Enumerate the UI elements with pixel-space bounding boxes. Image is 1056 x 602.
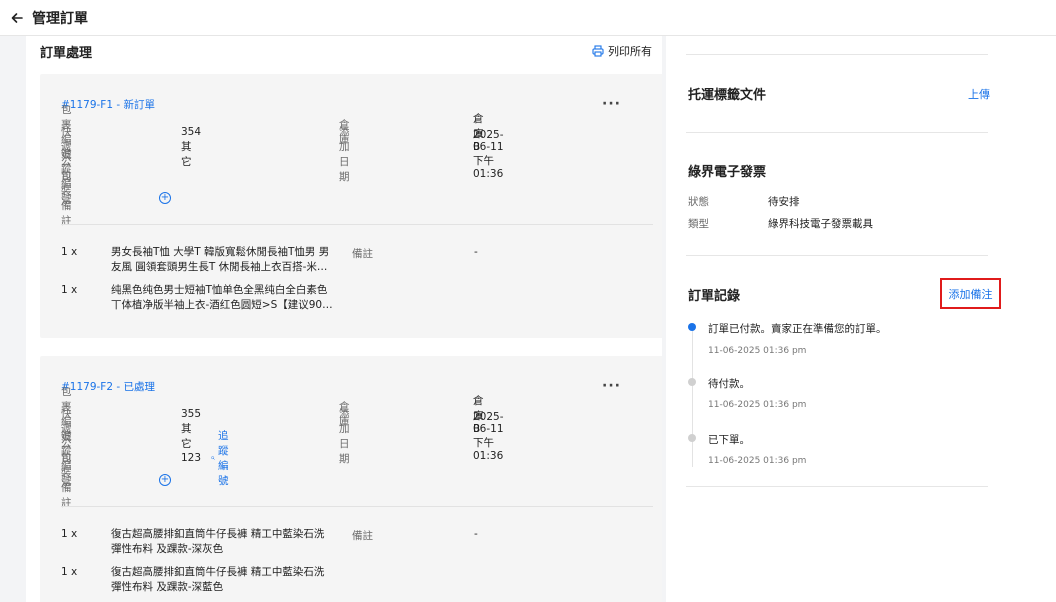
track-shipment-link[interactable]: 追蹤編號 (211, 428, 235, 488)
einvoice-type-label: 類型 (688, 218, 709, 230)
timeline-line (692, 327, 693, 467)
package-no-value: 355 (181, 408, 202, 420)
fulfillment-order-link[interactable]: #1179-F2 - 已處理 (61, 379, 155, 394)
item-name-line: 彈性布料 及踝款-深藍色 (111, 581, 224, 593)
timeline-dot (688, 434, 696, 442)
divider (686, 54, 988, 55)
einvoice-title: 綠界電子發票 (688, 165, 767, 180)
shipping-label-title: 托運標籤文件 (688, 88, 767, 103)
item-quantity: 1 x (61, 284, 78, 296)
search-icon (211, 456, 215, 460)
log-entry-time: 11-06-2025 01:36 pm (708, 400, 807, 410)
log-entry-title: 已下單。 (708, 434, 750, 446)
fulfillment-order-link[interactable]: #1179-F1 - 新訂單 (61, 97, 155, 112)
divider (61, 224, 653, 225)
courier-value: 其它 (181, 423, 192, 450)
fulfillment-card-header: #1179-F1 - 新訂單 ··· (61, 96, 621, 112)
page-title: 管理訂單 (32, 10, 88, 27)
timeline-dot-active (688, 323, 696, 331)
date-added-label: 添加日期 (339, 408, 350, 465)
log-entry-time: 11-06-2025 01:36 pm (708, 346, 807, 356)
item-quantity: 1 x (61, 528, 78, 540)
orders-panel: 訂單處理 列印所有 #1179-F1 - 新訂單 ··· 包裹編號 354 倉庫… (26, 36, 662, 602)
item-name-line: 男女長袖T恤 大學T 韓版寬鬆休閒長袖T恤男 男 (111, 246, 330, 258)
item-name-line: 纯黑色纯色男士短袖T恤单色全黑纯白全白素色 (111, 284, 328, 296)
date-added-value: 2025-06-11 下午 01:36 (473, 410, 504, 462)
item-name: 纯黑色纯色男士短袖T恤单色全黑纯白全白素色 丅体植净版半袖上衣-酒红色圆短>S【… (111, 283, 341, 313)
item-note-value: - (474, 246, 478, 258)
track-shipment-label: 追蹤編號 (217, 430, 229, 487)
item-name-line: 友風 圓領套頭男生長T 休閒長袖上衣百搭-米… (111, 261, 328, 273)
item-quantity: 1 x (61, 246, 78, 258)
item-name: 復古超高腰排釦直筒牛仔長褲 精工中藍染石洗 彈性布料 及踝款-深藍色 (111, 565, 341, 595)
orders-header: 訂單處理 列印所有 (40, 36, 652, 66)
order-log-title: 訂單記錄 (688, 289, 741, 304)
courier-value: 其它 (181, 141, 192, 168)
item-name-line: 彈性布料 及踝款-深灰色 (111, 543, 224, 555)
item-name-line: 丅体植净版半袖上衣-酒红色圆短>S【建议90… (111, 299, 333, 311)
item-name-line: 復古超高腰排釦直筒牛仔長褲 精工中藍染石洗 (111, 566, 325, 578)
fulfillment-card-header: #1179-F2 - 已處理 ··· (61, 378, 621, 394)
more-options-icon[interactable]: ··· (602, 378, 621, 394)
side-panel: 托運標籤文件 上傳 綠界電子發票 狀態 待安排 類型 綠界科技電子發票載具 訂單… (666, 36, 1056, 602)
fulfillment-card: #1179-F1 - 新訂單 ··· 包裹編號 354 倉庫 倉庫 B 快遞公司… (40, 74, 662, 338)
printer-icon (592, 45, 604, 57)
divider (686, 486, 988, 487)
fulfillment-card: #1179-F2 - 已處理 ··· 包裹編號 355 倉庫 倉庫 B 快遞公司… (40, 356, 662, 602)
date-added-value: 2025-06-11 下午 01:36 (473, 128, 504, 180)
item-note-value: - (474, 528, 478, 540)
divider (61, 506, 653, 507)
print-all-label: 列印所有 (608, 45, 652, 58)
einvoice-type-value: 綠界科技電子發票載具 (768, 218, 873, 230)
item-quantity: 1 x (61, 566, 78, 578)
back-arrow-icon[interactable] (8, 9, 26, 27)
date-added-label: 添加日期 (339, 126, 350, 183)
package-no-value: 354 (181, 126, 202, 138)
item-note-label: 備註 (352, 248, 373, 260)
divider (686, 255, 988, 256)
upload-link[interactable]: 上傳 (968, 86, 990, 102)
item-name-line: 復古超高腰排釦直筒牛仔長褲 精工中藍染石洗 (111, 528, 325, 540)
log-entry-title: 訂單已付款。賣家正在準備您的訂單。 (708, 323, 887, 335)
timeline-dot (688, 378, 696, 386)
divider (686, 132, 988, 133)
package-note-label: 包裝備註 (61, 452, 72, 509)
add-note-button[interactable]: 添加備注 (940, 278, 1001, 309)
item-name: 復古超高腰排釦直筒牛仔長褲 精工中藍染石洗 彈性布料 及踝款-深灰色 (111, 527, 341, 557)
orders-section-title: 訂單處理 (40, 45, 93, 61)
add-package-note-icon[interactable]: + (159, 192, 171, 204)
item-note-label: 備註 (352, 530, 373, 542)
einvoice-status-label: 狀態 (688, 196, 709, 208)
more-options-icon[interactable]: ··· (602, 96, 621, 112)
tracking-no-value: 123 (181, 452, 202, 464)
top-bar: 管理訂單 (0, 0, 1056, 36)
package-note-label: 包裝備註 (61, 170, 72, 227)
add-package-note-icon[interactable]: + (159, 474, 171, 486)
einvoice-status-value: 待安排 (768, 196, 800, 208)
print-all-button[interactable]: 列印所有 (592, 43, 652, 59)
log-entry-time: 11-06-2025 01:36 pm (708, 456, 807, 466)
log-entry-title: 待付款。 (708, 378, 750, 390)
item-name: 男女長袖T恤 大學T 韓版寬鬆休閒長袖T恤男 男 友風 圓領套頭男生長T 休閒長… (111, 245, 341, 275)
